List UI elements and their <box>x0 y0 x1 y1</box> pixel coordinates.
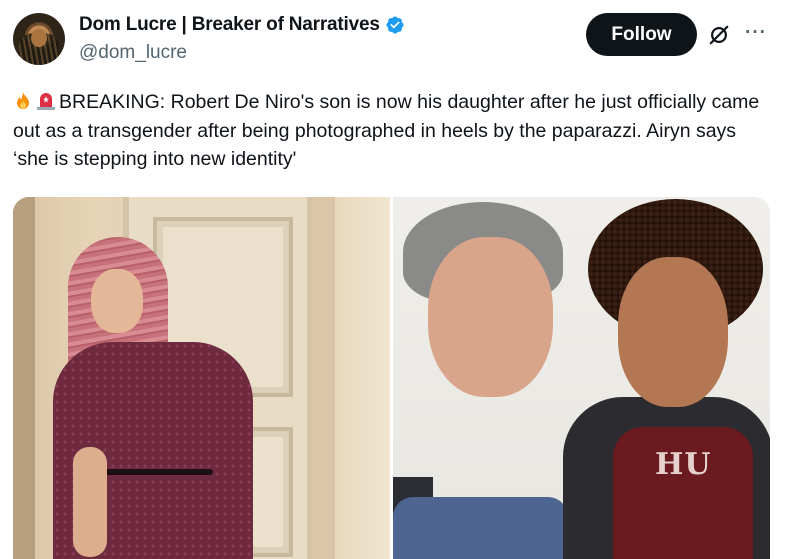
author-name-row: Dom Lucre | Breaker of Narratives <box>79 14 405 36</box>
tweet-media[interactable]: HU <box>13 197 770 559</box>
tweet-body: BREAKING: Robert De Niro's son is now hi… <box>13 91 760 170</box>
author-handle[interactable]: @dom_lucre <box>79 42 187 64</box>
author-display-name[interactable]: Dom Lucre | Breaker of Narratives <box>79 14 380 36</box>
shirt-graphic-text: HU <box>655 447 712 482</box>
more-options-icon[interactable]: ··· <box>745 22 767 44</box>
fire-emoji <box>17 92 29 109</box>
woman-face <box>91 269 143 333</box>
man-blue-shirt <box>393 497 568 559</box>
door-frame-left <box>13 197 35 559</box>
tweet-text: BREAKING: Robert De Niro's son is now hi… <box>13 88 773 174</box>
dress-belt <box>98 469 213 475</box>
photo-woman-in-dress[interactable] <box>13 197 390 559</box>
photo-father-and-son[interactable]: HU <box>393 197 770 559</box>
wall-right <box>335 197 390 559</box>
man-face <box>428 237 553 397</box>
young-face <box>618 257 728 407</box>
tattooed-arm <box>73 447 107 557</box>
verified-badge-icon <box>386 16 404 34</box>
author-avatar[interactable] <box>13 13 65 65</box>
grok-icon[interactable] <box>708 24 730 46</box>
follow-button[interactable]: Follow <box>586 13 697 56</box>
siren-emoji <box>37 93 55 110</box>
